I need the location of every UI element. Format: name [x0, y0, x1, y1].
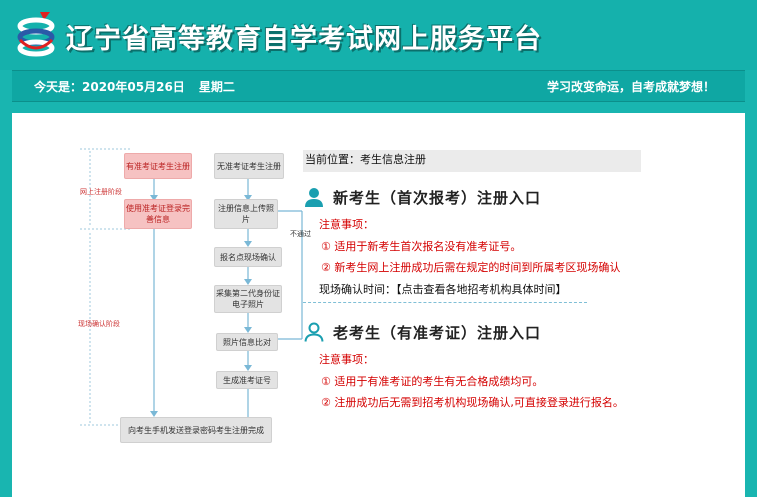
info-bar: 今天是：2020年05月26日 星期二 学习改变命运，自考成就梦想！ [12, 70, 745, 102]
user-outline-icon [304, 322, 324, 342]
new-candidate-title[interactable]: 新考生（首次报考）注册入口 [333, 187, 541, 208]
confirm-time-label: 现场确认时间： [319, 282, 396, 296]
slogan: 学习改变命运，自考成就梦想！ [546, 80, 715, 94]
flow-step-id-photo: 采集第二代身份证电子照片 [214, 285, 282, 313]
old-candidate-entry[interactable]: 老考生（有准考证）注册入口 [303, 319, 641, 345]
new-candidate-entry[interactable]: 新考生（首次报考）注册入口 [303, 184, 641, 210]
user-icon [305, 188, 323, 207]
notice-item: ② 注册成功后无需到招考机构现场确认,可直接登录进行报名。 [321, 396, 624, 409]
new-candidate-notes: 注意事项： ① 适用于新考生首次报名没有准考证号。 ② 新考生网上注册成功后需在… [303, 214, 641, 300]
confirm-time-row: 现场确认时间：【点击查看各地招考机构具体时间】 [305, 279, 641, 301]
stage-onsite-label: 现场确认阶段 [78, 320, 120, 328]
notice-item: ① 适用于新考生首次报名没有准考证号。 [321, 239, 522, 253]
old-candidate-title[interactable]: 老考生（有准考证）注册入口 [333, 322, 541, 343]
notice-label: 注意事项： [319, 353, 374, 366]
registration-flowchart: 网上注册阶段 现场确认阶段 有准考证考生注册 使用准考证登录完善信息 向考生手机… [78, 143, 320, 483]
date-display: 今天是：2020年05月26日 星期二 [34, 78, 235, 95]
stage-online-label: 网上注册阶段 [80, 188, 122, 196]
date-text: 今天是：2020年05月26日 [34, 80, 185, 94]
flow-step-send-password: 向考生手机发送登录密码考生注册完成 [120, 417, 272, 443]
flow-step-photo-compare: 照片信息比对 [216, 333, 278, 351]
site-banner: 辽宁省高等教育自学考试网上服务平台 [0, 0, 757, 70]
main-panel: 网上注册阶段 现场确认阶段 有准考证考生注册 使用准考证登录完善信息 向考生手机… [12, 113, 745, 497]
site-logo-icon [17, 12, 55, 57]
confirm-time-link[interactable]: 【点击查看各地招考机构具体时间】 [396, 283, 567, 296]
flow-step-onsite-confirm: 报名点现场确认 [214, 247, 282, 267]
old-candidate-notes: 注意事项： ① 适用于有准考证的考生有无合格成绩均可。 ② 注册成功后无需到招考… [303, 349, 641, 414]
breadcrumb: 当前位置：考生信息注册 [303, 150, 641, 172]
registration-content: 当前位置：考生信息注册 新考生（首次报考）注册入口 注意事项： ① 适用于新考生… [303, 150, 641, 414]
flow-step-generate-ticket: 生成准考证号 [216, 371, 278, 389]
notice-item: ② 新考生网上注册成功后需在规定的时间到所属考区现场确认 [321, 261, 621, 274]
flow-step-no-ticket-register: 无准考证考生注册 [214, 153, 284, 179]
notice-item: ① 适用于有准考证的考生有无合格成绩均可。 [321, 374, 544, 388]
notice-label: 注意事项： [319, 218, 374, 231]
flow-step-has-ticket-register: 有准考证考生注册 [124, 153, 192, 179]
site-title: 辽宁省高等教育自学考试网上服务平台 [66, 24, 542, 55]
flow-step-ticket-login: 使用准考证登录完善信息 [124, 199, 192, 229]
flow-step-upload-photo: 注册信息上传照片 [214, 199, 278, 229]
weekday-text: 星期二 [198, 80, 235, 94]
section-divider [303, 302, 587, 303]
